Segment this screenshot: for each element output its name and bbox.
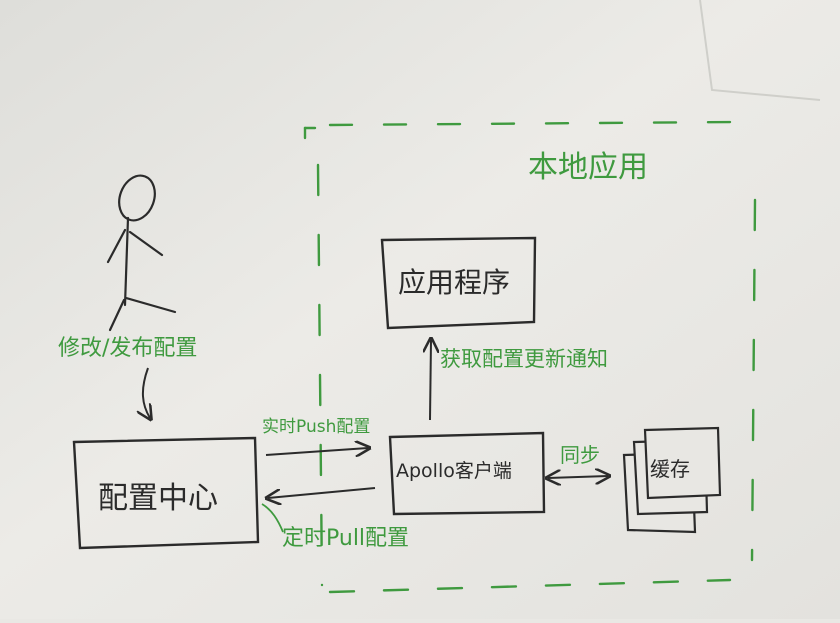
paper-background [0,0,840,619]
local-app-title: 本地应用 [528,150,648,185]
push-label: 实时Push配置 [262,417,370,437]
actor-action-label: 修改/发布配置 [58,336,197,361]
config-center-label: 配置中心 [98,481,218,516]
diagram-canvas: 本地应用 修改/发布配置 配置中心 应用程序 Apollo客户端 缓存 实时Pu… [0,0,840,619]
sync-label: 同步 [560,443,600,467]
app-program-label: 应用程序 [398,266,510,299]
diagram-svg: 本地应用 修改/发布配置 配置中心 应用程序 Apollo客户端 缓存 实时Pu… [0,0,840,619]
notify-arrow [430,340,431,421]
notify-label: 获取配置更新通知 [440,347,608,371]
apollo-client-label: Apollo客户端 [396,460,512,482]
cache-label: 缓存 [650,457,690,481]
pull-label: 定时Pull配置 [282,526,409,551]
